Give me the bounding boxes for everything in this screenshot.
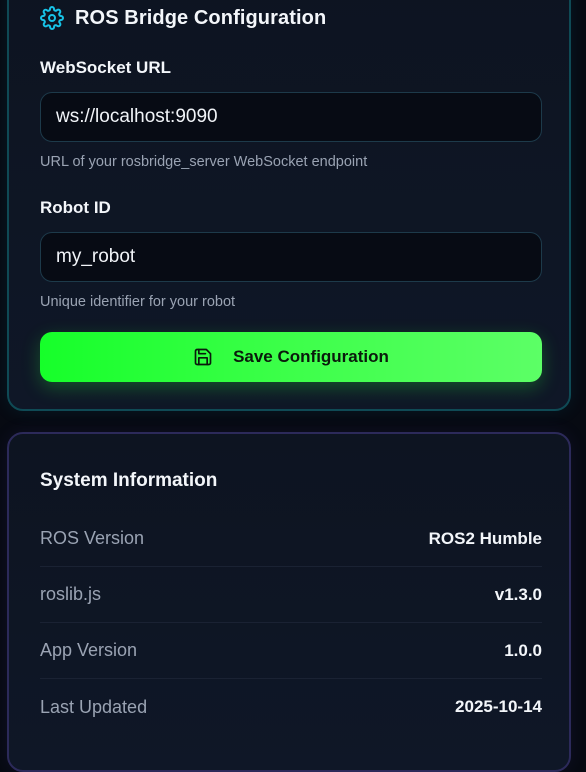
config-title: ROS Bridge Configuration [75,6,327,29]
info-value: 2025-10-14 [455,697,542,716]
info-row-last-updated: Last Updated 2025-10-14 [40,679,542,735]
info-label: Last Updated [40,696,148,717]
robot-id-input[interactable] [40,232,542,282]
ros-bridge-config-card: ROS Bridge Configuration WebSocket URL U… [7,0,571,411]
gear-icon [40,6,64,30]
websocket-url-input[interactable] [40,92,542,142]
info-row-ros-version: ROS Version ROS2 Humble [40,511,542,567]
info-label: ROS Version [40,528,145,548]
info-value: 1.0.0 [504,640,542,660]
system-information-card: System Information ROS Version ROS2 Humb… [7,432,571,772]
robot-id-help: Unique identifier for your robot [40,294,236,310]
save-icon [193,347,213,367]
system-info-title: System Information [40,470,218,491]
info-label: App Version [40,640,138,660]
info-label: roslib.js [40,584,102,604]
websocket-url-label: WebSocket URL [40,58,171,77]
info-value: v1.3.0 [494,584,542,604]
info-row-app-version: App Version 1.0.0 [40,623,542,679]
websocket-url-help: URL of your rosbridge_server WebSocket e… [40,154,368,170]
info-value: ROS2 Humble [428,528,542,548]
save-button-label: Save Configuration [233,347,389,366]
robot-id-label: Robot ID [40,198,111,217]
save-configuration-button[interactable]: Save Configuration [40,332,542,382]
config-header: ROS Bridge Configuration [40,2,326,34]
info-row-roslib: roslib.js v1.3.0 [40,567,542,623]
